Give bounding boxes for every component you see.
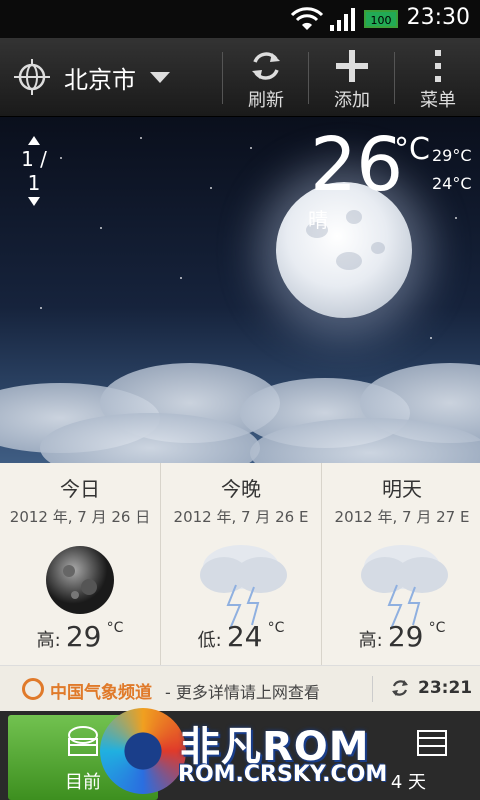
low-temperature: 24°C: [432, 174, 472, 193]
temp-unit: °C: [106, 620, 124, 636]
last-update-time: 23:21: [418, 678, 473, 698]
info-bar[interactable]: 中国气象频道 - 更多详情请上网查看 23:21: [0, 665, 480, 712]
calendar-icon: [417, 730, 447, 756]
weather-channel-logo-icon: [22, 678, 44, 700]
overflow-menu-icon: [435, 50, 441, 82]
weather-scene: [0, 117, 480, 463]
plus-icon: [336, 50, 368, 82]
chevron-down-icon: [150, 71, 170, 83]
refresh-label: 刷新: [248, 90, 284, 111]
temp-value: 29: [387, 620, 424, 653]
arrow-up-icon: [28, 136, 40, 145]
watermark-logo-icon: [100, 708, 186, 794]
battery-icon: 100: [364, 10, 398, 28]
page-indicator[interactable]: 1 / 1: [12, 136, 56, 206]
add-button[interactable]: 添加: [310, 38, 394, 116]
weather-channel-brand: 中国气象频道: [50, 683, 152, 703]
temp-value: 24: [226, 620, 263, 653]
weather-condition: 晴: [308, 208, 328, 232]
temp-label: 高:: [36, 630, 61, 651]
menu-button[interactable]: 菜单: [396, 38, 480, 116]
forecast-date: 2012 年, 7 月 26 E: [173, 508, 309, 526]
page-indicator-text: 1 / 1: [21, 147, 47, 195]
forecast-tomorrow[interactable]: 明天 2012 年, 7 月 27 E 高: 29 °C: [322, 463, 480, 665]
refresh-button[interactable]: 刷新: [224, 38, 308, 116]
divider: [394, 52, 395, 104]
high-temperature: 29°C: [432, 146, 472, 165]
watermark-url: ROM.CRSKY.COM: [178, 762, 388, 787]
city-name: 北京市: [64, 65, 136, 94]
top-bar: 北京市 刷新 添加 菜单: [0, 38, 480, 117]
menu-label: 菜单: [420, 90, 456, 111]
current-temperature: 26: [310, 122, 403, 208]
forecast-title: 今晚: [221, 477, 261, 501]
more-info-link[interactable]: - 更多详情请上网查看: [165, 679, 320, 703]
divider: [308, 52, 309, 104]
clouds-image: [0, 343, 480, 463]
forecast-temp: 低: 24 °C: [161, 620, 321, 653]
location-selector[interactable]: 北京市: [14, 38, 170, 116]
watermark: 非凡ROM ROM.CRSKY.COM: [100, 706, 390, 800]
divider: [372, 676, 373, 702]
refresh-icon: [252, 52, 280, 80]
forecast-date: 2012 年, 7 月 26 日: [9, 508, 151, 526]
arrow-down-icon: [28, 197, 40, 206]
forecast-temp: 高: 29 °C: [0, 620, 160, 653]
divider: [222, 52, 223, 104]
forecast-title: 明天: [382, 477, 422, 501]
sync-icon[interactable]: [390, 678, 410, 698]
temp-label: 低:: [197, 630, 222, 651]
status-time: 23:30: [406, 5, 470, 30]
status-bar: 100 23:30: [0, 0, 480, 38]
temp-unit: °C: [428, 620, 446, 636]
temperature-unit: °C: [394, 132, 430, 167]
forecast-date: 2012 年, 7 月 27 E: [334, 508, 470, 526]
temp-label: 高:: [358, 630, 383, 651]
forecast-title: 今日: [60, 477, 100, 501]
forecast-tonight[interactable]: 今晚 2012 年, 7 月 26 E 低: 24 °C: [161, 463, 321, 665]
temp-value: 29: [65, 620, 102, 653]
add-label: 添加: [334, 90, 370, 111]
cloud-calendar-icon: [68, 726, 98, 756]
wifi-icon: [290, 7, 324, 30]
forecast-panel: 今日 2012 年, 7 月 26 日 高: 29 °C 今晚 2012 年, …: [0, 463, 480, 665]
forecast-today[interactable]: 今日 2012 年, 7 月 26 日 高: 29 °C: [0, 463, 160, 665]
globe-icon: [14, 59, 50, 95]
forecast-temp: 高: 29 °C: [322, 620, 480, 653]
signal-icon: [330, 8, 355, 31]
temp-unit: °C: [267, 620, 285, 636]
